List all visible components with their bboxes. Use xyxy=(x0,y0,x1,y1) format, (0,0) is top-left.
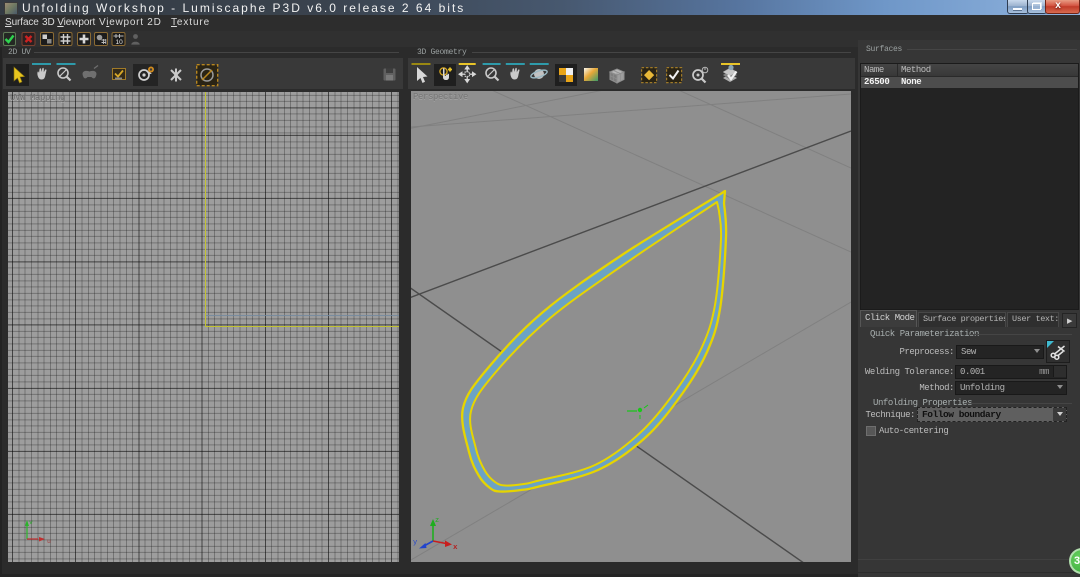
svg-text:v: v xyxy=(29,519,33,526)
svg-text:10: 10 xyxy=(116,39,124,46)
svg-text:u: u xyxy=(47,538,51,545)
svg-text:y: y xyxy=(413,539,417,547)
svg-text:z: z xyxy=(435,517,439,525)
svg-text:x: x xyxy=(453,544,458,552)
